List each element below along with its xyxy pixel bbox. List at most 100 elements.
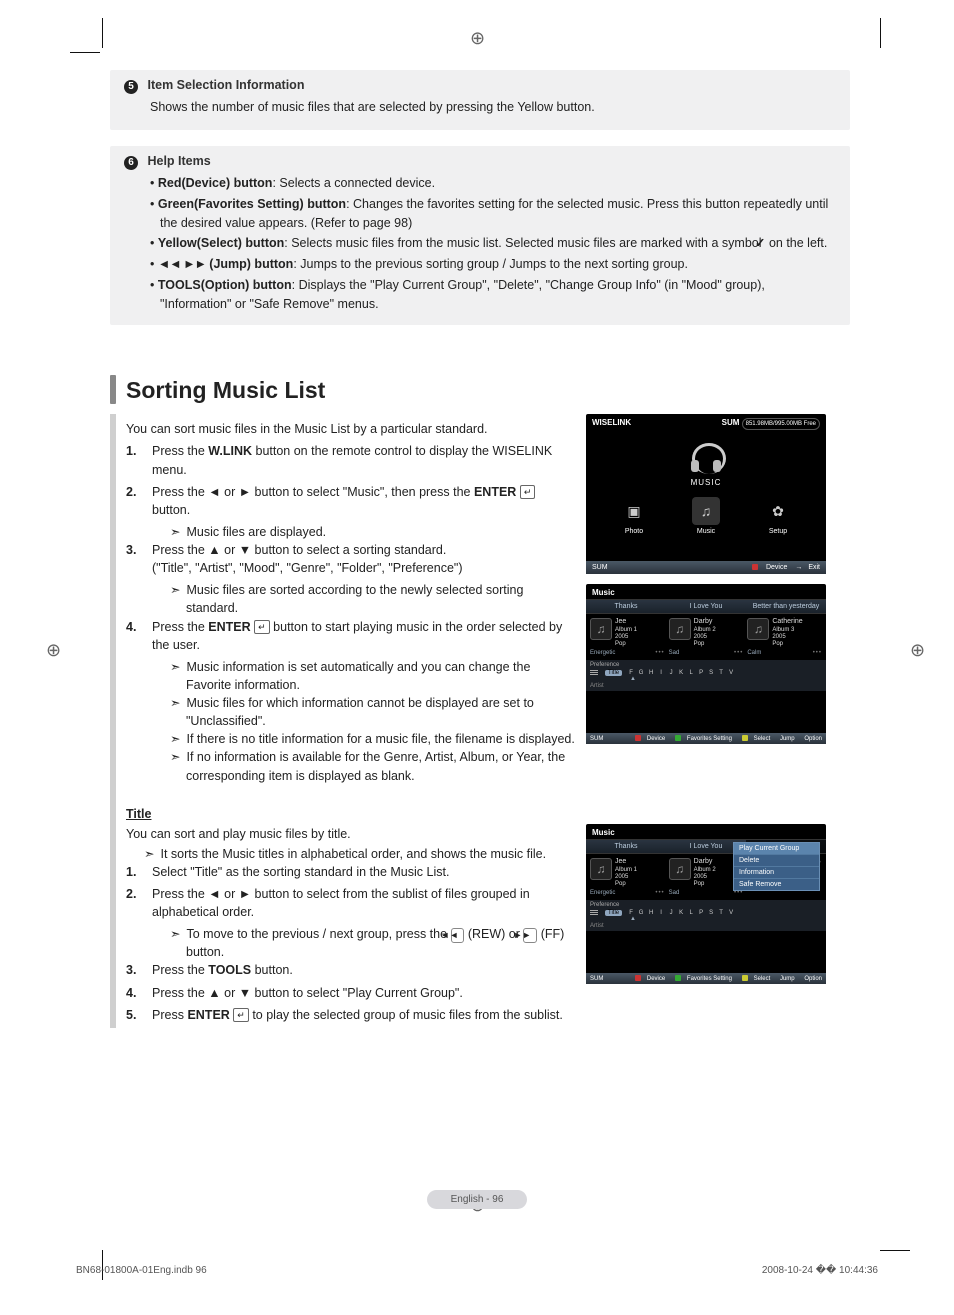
sort-letter[interactable]: J [666, 910, 676, 916]
popup-item[interactable]: Play Current Group [734, 843, 819, 855]
note-icon: ♫ [669, 858, 691, 880]
info-box-5: 5 Item Selection Information Shows the n… [110, 70, 850, 130]
sort-letter[interactable]: V [726, 670, 736, 676]
bullet-jump: ◄◄ ►► (Jump) button: Jumps to the previo… [150, 255, 836, 274]
sort-letter[interactable]: F [626, 670, 636, 676]
t-step-1: 1.Select "Title" as the sorting standard… [126, 863, 576, 881]
sort-letter[interactable]: P [696, 670, 706, 676]
music-head: Music [586, 584, 826, 599]
popup-item[interactable]: Delete [734, 855, 819, 867]
sort-letter[interactable]: K [676, 910, 686, 916]
gear-icon: ✿ [764, 497, 792, 525]
circled-number-6: 6 [124, 156, 138, 170]
step-1: 1. Press the W.LINK button on the remote… [126, 442, 576, 478]
crop-mark [880, 18, 881, 48]
sort-letter[interactable]: I [656, 910, 666, 916]
wiselink-tile-photo[interactable]: ▣ Photo [620, 497, 648, 535]
registration-mark-top: ⊕ [470, 28, 485, 49]
wiselink-capacity: 851.98MB/995.00MB Free [742, 418, 820, 430]
step-4-sub-2: ➣Music files for which information canno… [170, 694, 576, 730]
sort-preference: Preference [590, 662, 822, 668]
sort-title-selected[interactable]: Title [605, 670, 622, 676]
enter-icon: ↵ [233, 1008, 249, 1022]
box6-title: Help Items [147, 154, 210, 168]
wiselink-bottom-exit: →Exit [795, 564, 820, 571]
wiselink-tile-setup[interactable]: ✿ Setup [764, 497, 792, 535]
circled-number-5: 5 [124, 80, 138, 94]
intro-text: You can sort music files in the Music Li… [126, 422, 576, 436]
t-step-2-sub: ➣To move to the previous / next group, p… [170, 925, 576, 961]
note-icon: ♫ [747, 618, 769, 640]
wiselink-music-label: MUSIC [586, 478, 826, 487]
music-tab[interactable]: Thanks [586, 840, 666, 853]
step-3: 3. Press the ▲ or ▼ button to select a s… [126, 541, 576, 577]
legend-select: Select [738, 976, 771, 982]
sort-letter[interactable]: T [716, 910, 726, 916]
sort-letter[interactable]: P [696, 910, 706, 916]
legend-device: Device [631, 976, 665, 982]
file-footer: BN68-01800A-01Eng.indb 96 2008-10-24 �� … [76, 1265, 878, 1276]
photo-icon: ▣ [620, 497, 648, 525]
section-bar-icon [110, 375, 116, 404]
sort-letter[interactable]: S [706, 910, 716, 916]
sort-letter[interactable]: I [656, 670, 666, 676]
subsection-intro: You can sort and play music files by tit… [126, 827, 576, 841]
crop-mark [880, 1250, 910, 1251]
sort-letter[interactable]: L [686, 910, 696, 916]
sort-letter[interactable]: H [646, 910, 656, 916]
legend-favorites: Favorites Setting [671, 976, 732, 982]
sort-letter[interactable]: K [676, 670, 686, 676]
sort-letter[interactable]: J [666, 670, 676, 676]
music-item[interactable]: ♫JeeAlbum 12005PopEnergetic••• [590, 858, 665, 896]
sort-letter[interactable]: H [646, 670, 656, 676]
sort-letter[interactable]: V [726, 910, 736, 916]
hamburger-icon [590, 909, 598, 916]
t-step-3: 3.Press the TOOLS button. [126, 961, 576, 979]
section-heading: Sorting Music List [110, 375, 850, 404]
music-item[interactable]: ♫JeeAlbum 12005PopEnergetic••• [590, 618, 665, 656]
sort-letter[interactable]: S [706, 670, 716, 676]
step-2: 2. Press the ◄ or ► button to select "Mu… [126, 483, 576, 519]
legend-select: Select [738, 736, 771, 742]
music-list-popup-screenshot: Music Thanks I Love You ♫JeeAlbum 12005P… [586, 824, 826, 984]
music-item[interactable]: ♫DarbyAlbum 22005PopSad••• [669, 618, 744, 656]
sort-letter[interactable]: G [636, 670, 646, 676]
subsection-sub0: ➣It sorts the Music titles in alphabetic… [144, 845, 576, 863]
music-tab[interactable]: Better than yesterday [746, 600, 826, 613]
bullet-red: Red(Device) button: Selects a connected … [150, 174, 836, 193]
step-4-sub-4: ➣If no information is available for the … [170, 748, 576, 784]
music-icon: ♫ [692, 497, 720, 525]
section-title: Sorting Music List [126, 375, 325, 404]
music-item[interactable]: ♫CatherineAlbum 32005PopCalm••• [747, 618, 822, 656]
crop-mark [102, 18, 103, 48]
tools-popup: Play Current Group Delete Information Sa… [733, 842, 820, 891]
music-tab[interactable]: I Love You [666, 600, 746, 613]
music-tab[interactable]: Thanks [586, 600, 666, 613]
music-bottom-sum: SUM [590, 976, 603, 982]
sort-title-selected[interactable]: Title [605, 910, 622, 916]
page-footer: English - 96 [0, 1190, 954, 1209]
sort-letter[interactable]: F [626, 910, 636, 916]
sort-arrow-icon: ▲ [630, 676, 822, 682]
music-list-screenshot: Music Thanks I Love You Better than yest… [586, 584, 826, 744]
sort-arrow-icon: ▲ [630, 916, 822, 922]
wiselink-screenshot: WISELINK SUM 851.98MB/995.00MB Free MUSI… [586, 414, 826, 574]
sort-letter[interactable]: T [716, 670, 726, 676]
step-4: 4. Press the ENTER ↵ button to start pla… [126, 618, 576, 654]
bullet-green: Green(Favorites Setting) button: Changes… [150, 195, 836, 233]
main-text-column: You can sort music files in the Music Li… [110, 414, 576, 1027]
sort-letter[interactable]: L [686, 670, 696, 676]
bullet-tools: TOOLS(Option) button: Displays the "Play… [150, 276, 836, 314]
popup-item[interactable]: Information [734, 867, 819, 879]
t-step-2: 2.Press the ◄ or ► button to select from… [126, 885, 576, 921]
note-icon: ♫ [669, 618, 691, 640]
wiselink-bottom-device: Device [746, 564, 787, 571]
registration-mark-right: ⊕ [910, 640, 925, 661]
subsection-title: Title [126, 807, 576, 821]
rew-keycap-icon: ◄◄ [451, 928, 465, 943]
wiselink-tile-music[interactable]: ♫ Music [692, 497, 720, 535]
enter-icon: ↵ [520, 485, 536, 499]
popup-item[interactable]: Safe Remove [734, 879, 819, 890]
note-icon: ♫ [590, 858, 612, 880]
sort-letter[interactable]: G [636, 910, 646, 916]
